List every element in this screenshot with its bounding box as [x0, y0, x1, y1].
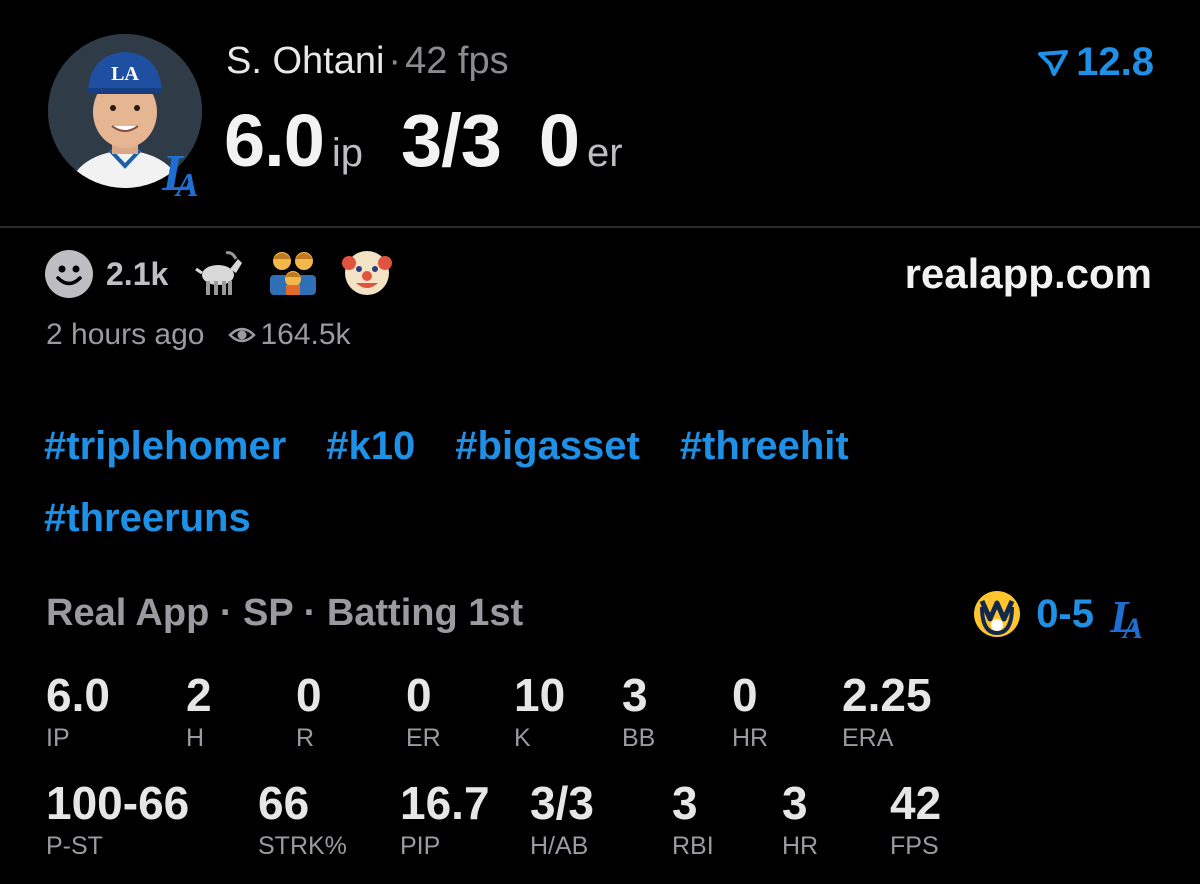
er-value: 0 — [538, 99, 580, 182]
game-info: Real App · SP · Batting 1st — [46, 592, 524, 634]
hits-ab-value: 3/3 — [401, 99, 502, 182]
svg-text:LA: LA — [111, 63, 139, 85]
player-name[interactable]: S. Ohtani — [226, 40, 384, 82]
hashtag[interactable]: #threeruns — [44, 496, 251, 540]
hashtag[interactable]: #threehit — [680, 424, 849, 468]
hashtag[interactable]: #bigasset — [455, 424, 640, 468]
header-divider — [0, 226, 1200, 228]
stat-hr: 0 HR — [732, 669, 769, 752]
smile-reaction-icon[interactable] — [44, 249, 94, 299]
hashtag[interactable]: #k10 — [326, 424, 415, 468]
stat-rbi: 3 RBI — [672, 777, 714, 860]
stat-strk-pct: 66 STRK% — [258, 777, 347, 860]
rating-score[interactable]: 12.8 — [1038, 40, 1154, 85]
game-matchup[interactable]: 0-5 L A — [972, 588, 1148, 640]
dodgers-logo-icon: L A — [158, 140, 202, 204]
post-meta: 2 hours ago 164.5k — [46, 318, 351, 352]
ip-unit: ip — [331, 131, 364, 175]
game-score: 0-5 — [1036, 591, 1094, 636]
svg-text:A: A — [1121, 612, 1143, 640]
svg-text:A: A — [174, 167, 199, 198]
brewers-logo-icon — [974, 591, 1021, 637]
stat-p-st: 100-66 P-ST — [46, 777, 190, 860]
stat-bb: 3 BB — [622, 669, 656, 752]
posted-time: 2 hours ago — [46, 318, 205, 351]
hashtag[interactable]: #triplehomer — [44, 424, 286, 468]
dodgers-logo-icon: L A — [1109, 591, 1143, 640]
stat-pip: 16.7 PIP — [400, 777, 490, 860]
stat-k: 10 K — [514, 669, 566, 752]
stat-hr-batting: 3 HR — [782, 777, 819, 860]
goat-icon[interactable] — [192, 247, 244, 302]
view-count: 164.5k — [260, 318, 351, 351]
separator: · — [388, 40, 402, 82]
real-logo-icon — [1038, 49, 1069, 76]
player-name-line[interactable]: S. Ohtani · 42 fps — [226, 40, 509, 83]
stat-ip: 6.0 IP — [46, 669, 110, 752]
reaction-count: 2.1k — [106, 255, 169, 292]
stat-h: 2H — [186, 669, 212, 752]
reactions-bar[interactable]: 2.1k — [44, 248, 416, 300]
stat-er: 0 ER — [406, 669, 441, 752]
family-icon[interactable] — [268, 247, 318, 302]
eye-icon — [228, 327, 257, 343]
headline-statline: 6.0 ip 3/3 0 er — [224, 98, 623, 183]
stat-fps: 42 FPS — [890, 777, 942, 860]
stat-h-ab: 3/3 H/AB — [530, 777, 594, 860]
fantasy-points: 42 fps — [405, 40, 509, 82]
er-unit: er — [587, 131, 623, 175]
hashtag-list: #triplehomer #k10 #bigasset #threehit #three… — [44, 410, 1044, 554]
ip-value: 6.0 — [224, 99, 325, 182]
stat-era: 2.25 ERA — [842, 669, 932, 752]
score-value: 12.8 — [1076, 40, 1154, 84]
stat-r: 0R — [296, 669, 322, 752]
source-site-link[interactable]: realapp.com — [905, 250, 1152, 298]
clown-icon[interactable] — [342, 247, 393, 302]
views: 164.5k — [228, 318, 351, 352]
